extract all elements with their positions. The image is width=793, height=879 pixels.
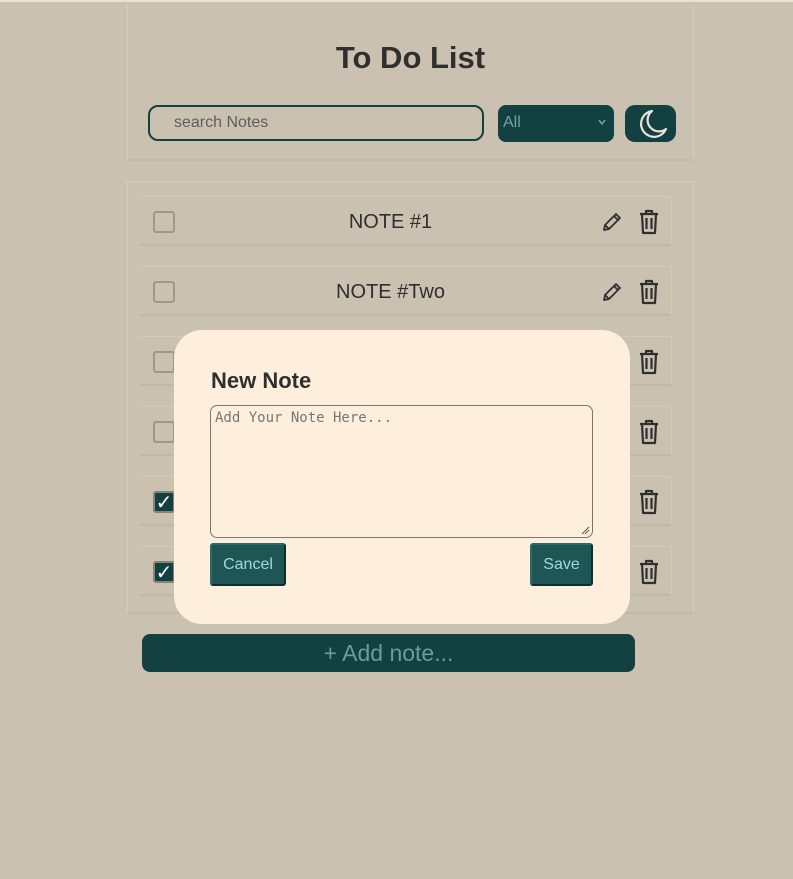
note-checkbox[interactable] [153,351,175,373]
trash-icon[interactable] [638,489,660,515]
trash-icon[interactable] [638,419,660,445]
note-text: NOTE #1 [348,211,433,233]
note-checkbox-checked[interactable]: ✓ [153,491,175,513]
add-note-button[interactable]: + Add note... [142,634,635,672]
header-panel: To Do List All [127,4,694,161]
top-edge [0,0,793,2]
filter-selected-value: All [503,114,521,131]
note-checkbox-checked[interactable]: ✓ [153,561,175,583]
list-item: NOTE #1 [140,196,672,246]
note-text: NOTE #Two [336,281,445,303]
new-note-modal: New Note Cancel Save [174,330,630,624]
page-title: To Do List [335,40,486,75]
pencil-icon[interactable] [600,280,624,304]
trash-icon[interactable] [638,279,660,305]
trash-icon[interactable] [638,209,660,235]
moon-icon [639,109,668,138]
trash-icon[interactable] [638,559,660,585]
chevron-down-icon [598,119,606,126]
note-checkbox[interactable] [153,211,175,233]
note-checkbox[interactable] [153,421,175,443]
modal-title: New Note [211,368,312,393]
list-item: NOTE #Two [140,266,672,316]
note-textarea[interactable] [210,405,593,538]
trash-icon[interactable] [638,349,660,375]
theme-toggle-button[interactable] [625,105,676,142]
resize-grip-icon[interactable] [580,525,590,535]
filter-select[interactable]: All [498,105,614,142]
cancel-button[interactable]: Cancel [210,543,286,586]
save-button[interactable]: Save [530,543,593,586]
search-input[interactable] [148,105,484,141]
note-checkbox[interactable] [153,281,175,303]
pencil-icon[interactable] [600,210,624,234]
